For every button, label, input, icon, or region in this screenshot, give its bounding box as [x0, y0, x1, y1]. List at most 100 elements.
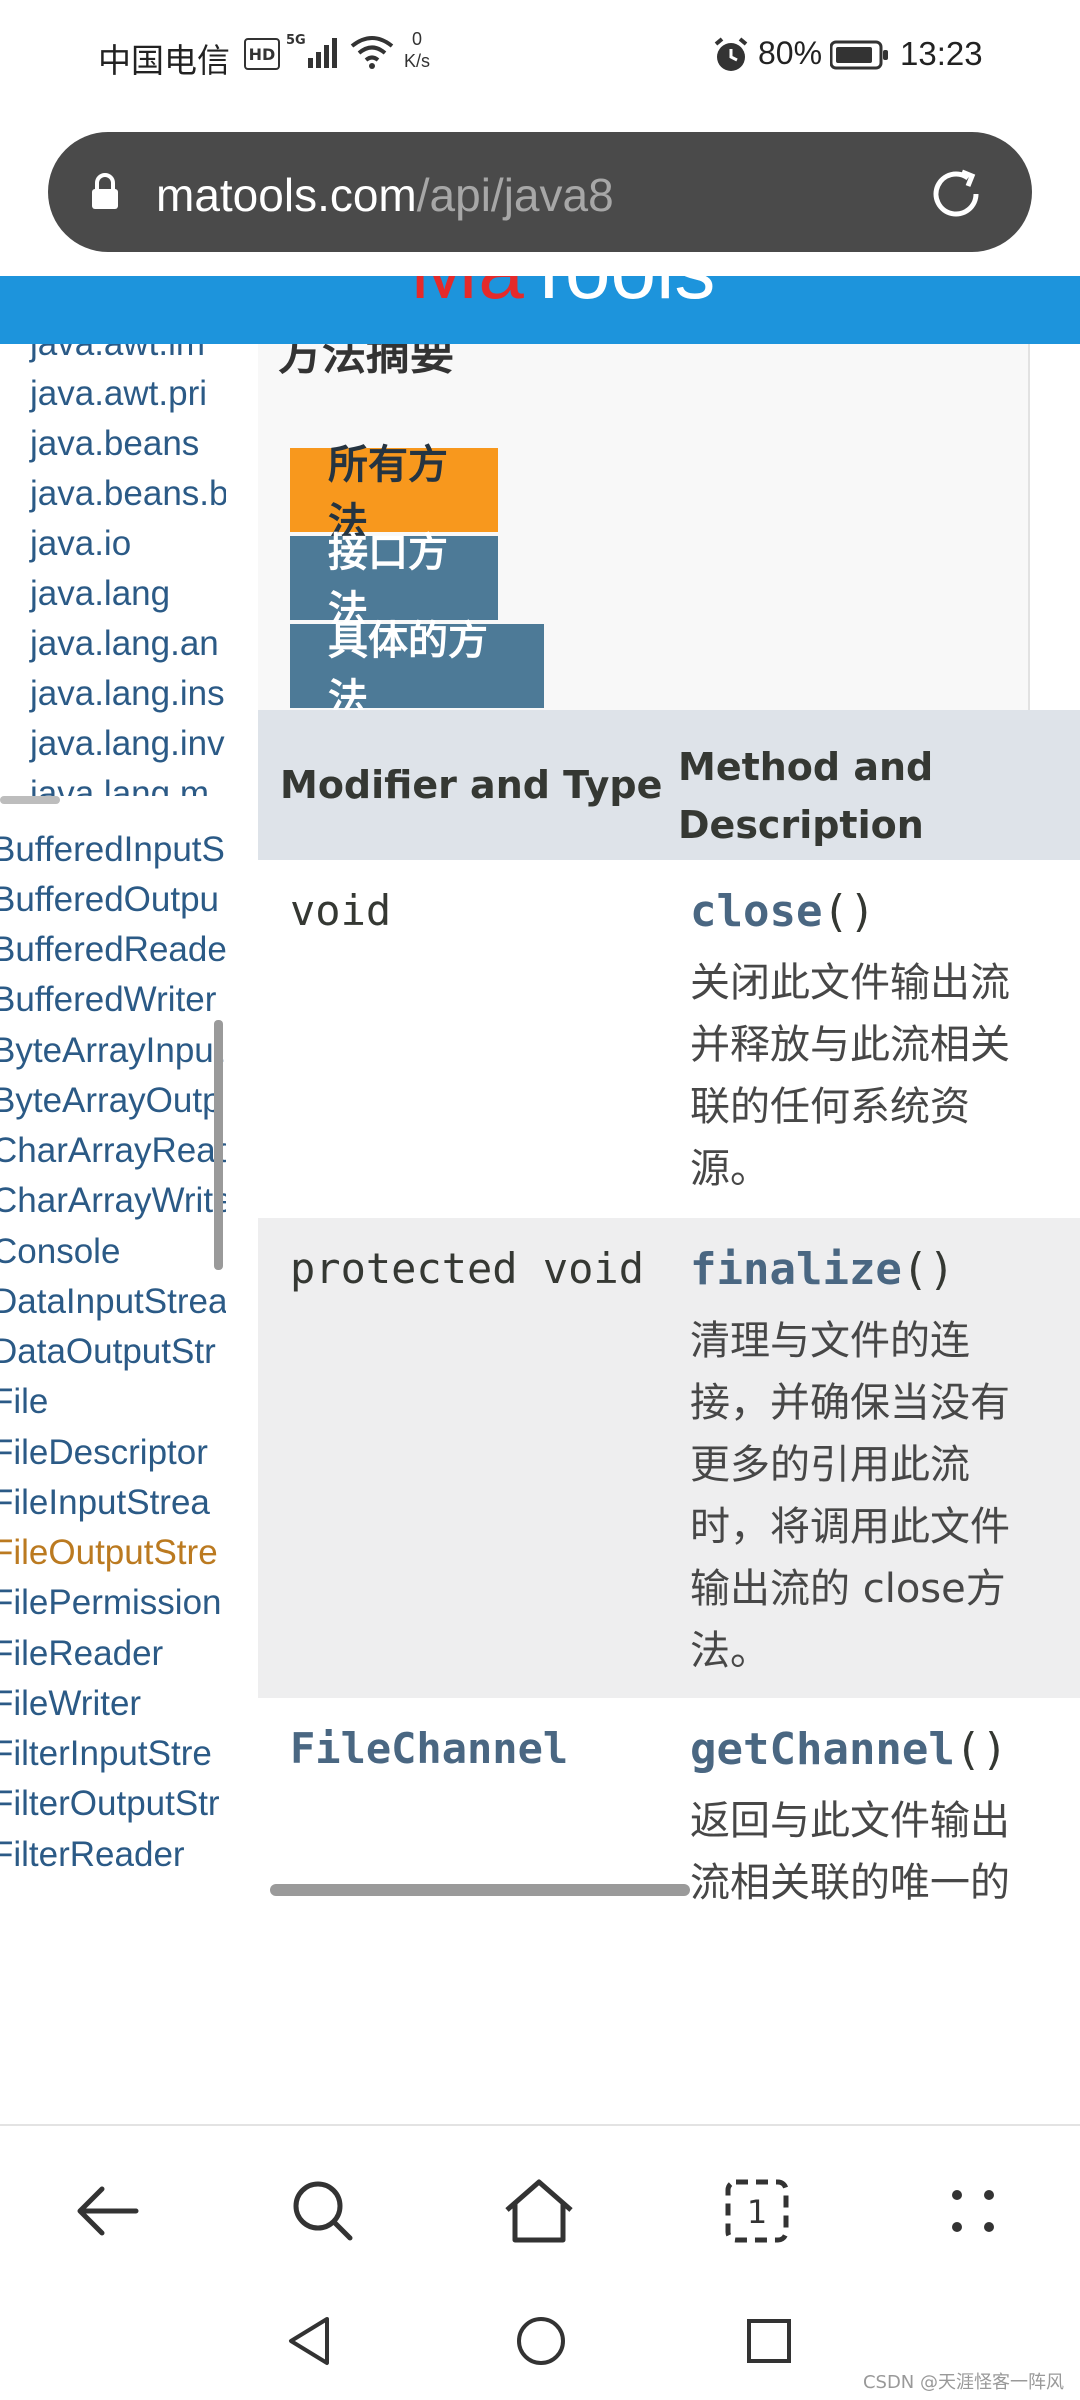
circle-home-icon [517, 2317, 565, 2365]
carrier-label: 中国电信 [98, 42, 230, 79]
class-link[interactable]: BufferedReade [0, 930, 226, 970]
package-link[interactable]: java.awt.pri [30, 374, 207, 414]
package-link[interactable]: java.lang.an [30, 624, 219, 664]
method-description: 返回与此文件输出 流相关联的唯一的 [690, 1790, 1060, 1900]
method-link[interactable]: getChannel [690, 1724, 955, 1775]
class-link[interactable]: FilterReader [0, 1835, 185, 1875]
description-line: 联的任何系统资 [690, 1084, 970, 1130]
table-header: Modifier and Type Method and Description [258, 710, 1080, 860]
description-line: 并释放与此流相关 [690, 1022, 1010, 1068]
description-line: 关闭此文件输出流 [690, 960, 1010, 1006]
back-arrow-icon [77, 2186, 139, 2236]
clock: 13:23 [900, 35, 983, 72]
class-link[interactable]: FilterInputStre [0, 1734, 212, 1774]
home-button[interactable] [494, 2166, 584, 2256]
hd-badge: HD [244, 38, 280, 70]
search-button[interactable] [278, 2166, 368, 2256]
logo-tools: Tools [524, 276, 715, 316]
class-link[interactable]: DataInputStrea [0, 1282, 226, 1322]
tabs-button[interactable]: 1 [712, 2166, 802, 2256]
method-link[interactable]: finalize [690, 1244, 902, 1295]
cell-signal-icon: 5G [286, 33, 337, 68]
class-link[interactable]: FileReader [0, 1634, 163, 1674]
nav-back-button[interactable] [274, 2306, 344, 2376]
package-link[interactable]: java.beans [30, 424, 199, 464]
class-link[interactable]: Console [0, 1232, 120, 1272]
horizontal-scrollbar[interactable] [270, 1884, 690, 1896]
nav-recents-button[interactable] [734, 2306, 804, 2376]
description-line: 清理与文件的连 [690, 1318, 970, 1364]
method-link[interactable]: close [690, 886, 822, 937]
package-link[interactable]: java.lang [30, 574, 170, 614]
tab-label: 具体的方法 [328, 618, 488, 722]
package-link[interactable]: java.lang.inv [30, 724, 225, 764]
frame-divider[interactable] [0, 796, 60, 804]
url-text[interactable]: matools.com/api/java8 [156, 168, 614, 222]
package-link[interactable]: java.lang.m [30, 774, 209, 796]
description-line: 输出流的 close方 [690, 1566, 1006, 1612]
search-icon [293, 2181, 353, 2241]
class-link[interactable]: File [0, 1382, 48, 1422]
class-link[interactable]: FileInputStrea [0, 1483, 210, 1523]
description-line: 源。 [690, 1146, 770, 1192]
class-link[interactable]: BufferedOutpu [0, 880, 219, 920]
class-link[interactable]: DataOutputStr [0, 1332, 216, 1372]
class-list-scrollbar[interactable] [214, 1020, 223, 1270]
url-path: /api/java8 [416, 169, 614, 221]
class-content: 方法摘要 所有方法 接口方法 具体的方法 Modifier and Type M… [228, 344, 1080, 1900]
class-link[interactable]: FilterOutputStr [0, 1784, 220, 1824]
class-link[interactable]: ByteArrayInput [0, 1031, 224, 1071]
svg-text:5G: 5G [286, 33, 306, 48]
class-link[interactable]: CharArrayRead [0, 1131, 226, 1171]
class-link[interactable]: FileDescriptor [0, 1433, 208, 1473]
column-header-modifier: Modifier and Type [280, 763, 663, 807]
watermark: CSDN @天涯怪客一阵风 [862, 2372, 1064, 2393]
tabs-icon: 1 [725, 2179, 789, 2243]
method-params: () [954, 1724, 1008, 1775]
modifier-type: protected void [290, 1244, 645, 1293]
method-description: 清理与文件的连 接，并确保当没有 更多的引用此流 时，将调用此文件 输出流的 c… [690, 1310, 1060, 1682]
method-params: () [901, 1244, 955, 1295]
address-bar[interactable]: matools.com/api/java8 [48, 132, 1032, 252]
package-link[interactable]: java.beans.b [30, 474, 226, 514]
menu-button[interactable] [928, 2166, 1018, 2256]
nav-home-button[interactable] [506, 2306, 576, 2376]
modifier-type-link[interactable]: FileChannel [290, 1724, 568, 1773]
class-link[interactable]: FileWriter [0, 1684, 141, 1724]
class-link[interactable]: FilePermission [0, 1583, 222, 1623]
home-icon [505, 2179, 573, 2243]
reload-icon[interactable] [926, 164, 986, 224]
triangle-back-icon [289, 2317, 329, 2365]
class-link[interactable]: BufferedWriter [0, 980, 216, 1020]
speed-unit: K/s [404, 51, 431, 71]
grid-menu-icon [952, 2190, 994, 2232]
class-link[interactable]: CharArrayWrite [0, 1181, 226, 1221]
package-link[interactable]: java.awt.im [30, 344, 205, 364]
logo-ma: Ma [410, 276, 524, 316]
class-link-active[interactable]: FileOutputStre [0, 1533, 218, 1573]
square-recents-icon [747, 2319, 791, 2363]
method-signature: finalize() [690, 1244, 955, 1295]
description-line: 更多的引用此流 [690, 1442, 970, 1488]
class-list[interactable]: BufferedInputS BufferedOutpu BufferedRea… [0, 820, 226, 1900]
method-signature: getChannel() [690, 1724, 1008, 1775]
package-list[interactable]: java.awt.im java.awt.pri java.beans java… [0, 344, 226, 796]
battery-icon [830, 40, 888, 70]
site-header: MaTools [0, 276, 1080, 344]
summary-title: 方法摘要 [278, 344, 454, 380]
site-logo[interactable]: MaTools [410, 276, 715, 318]
package-link[interactable]: java.io [30, 524, 131, 564]
method-params: () [822, 886, 876, 937]
table-row: FileChannel getChannel() 返回与此文件输出 流相关联的唯… [258, 1698, 1080, 1900]
package-link[interactable]: java.lang.ins [30, 674, 225, 714]
description-line: 法。 [690, 1628, 770, 1674]
tab-concrete-methods[interactable]: 具体的方法 [290, 618, 544, 722]
speed-value: 0 [412, 29, 423, 49]
column-header-line: Method and [678, 745, 934, 789]
description-line: 时，将调用此文件 [690, 1504, 1010, 1550]
class-link[interactable]: ByteArrayOutp [0, 1081, 222, 1121]
status-bar: 中国电信 HD 5G 0 K/s 80% 13:23 [0, 0, 1080, 110]
table-row: protected void finalize() 清理与文件的连 接，并确保当… [258, 1218, 1080, 1698]
class-link[interactable]: BufferedInputS [0, 830, 225, 870]
back-button[interactable] [62, 2166, 152, 2256]
